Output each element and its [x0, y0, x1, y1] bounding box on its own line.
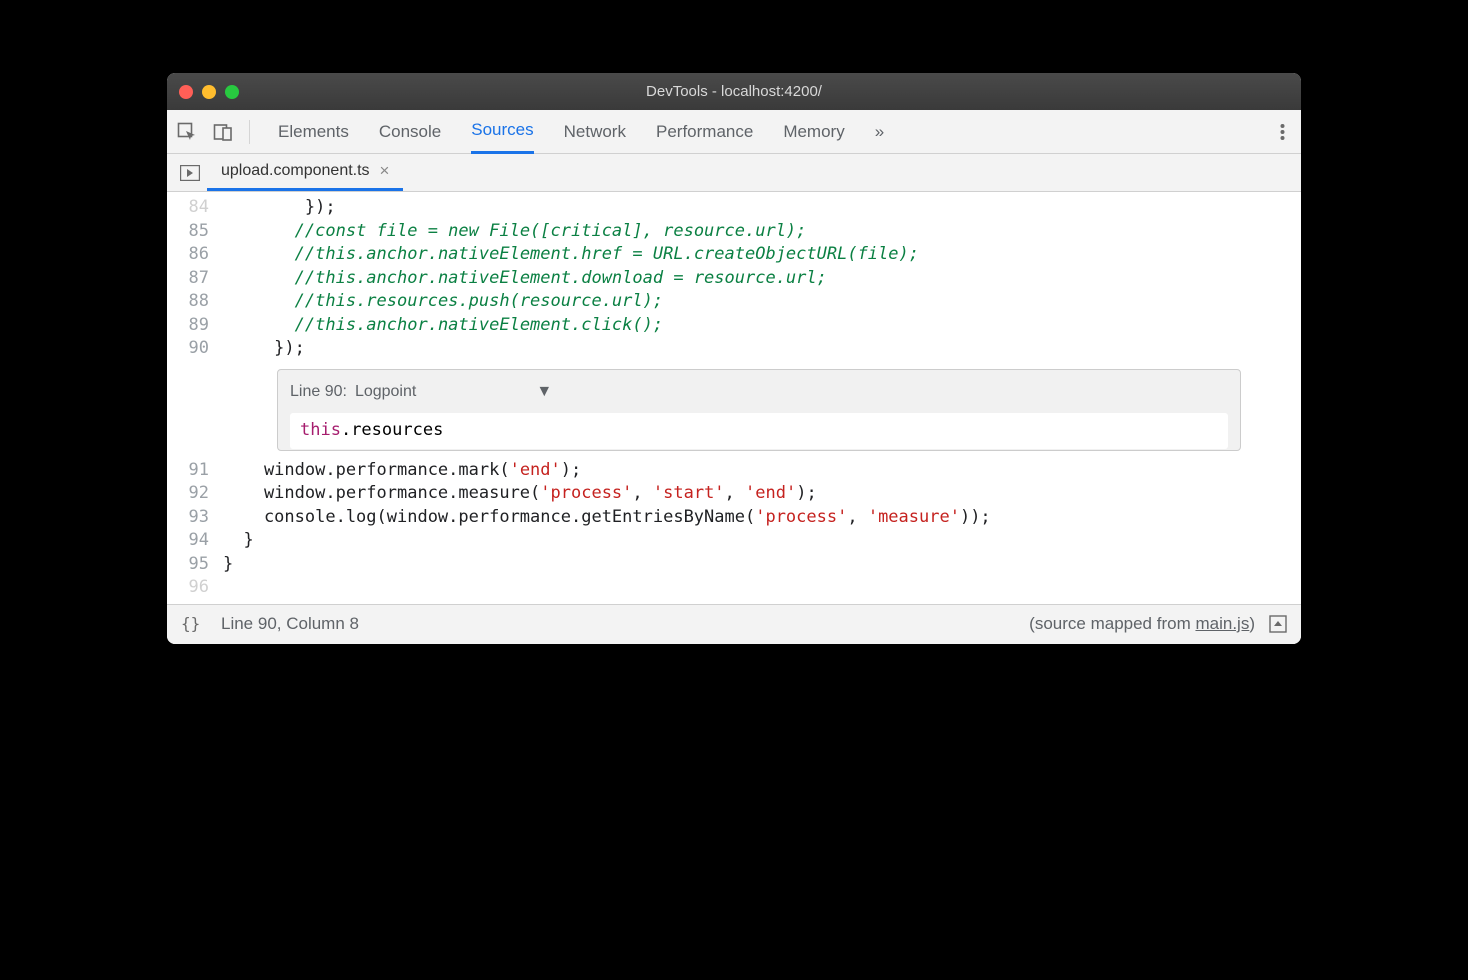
window-title: DevTools - localhost:4200/: [167, 83, 1301, 100]
breakpoint-type-select[interactable]: Logpoint ▼: [355, 380, 552, 404]
line-number[interactable]: 88: [167, 290, 209, 314]
device-toggle-icon[interactable]: [213, 122, 233, 142]
maximize-window-button[interactable]: [225, 85, 239, 99]
line-number[interactable]: 86: [167, 243, 209, 267]
toolbar-separator: [249, 120, 250, 144]
tab-elements[interactable]: Elements: [278, 110, 349, 154]
code-line[interactable]: //this.anchor.nativeElement.download = r…: [217, 267, 1301, 291]
chevron-down-icon: ▼: [536, 380, 552, 404]
breakpoint-type-value: Logpoint: [355, 380, 416, 404]
logpoint-panel: Line 90: Logpoint ▼ this.resources: [277, 369, 1241, 451]
tab-memory[interactable]: Memory: [783, 110, 844, 154]
toggle-drawer-icon[interactable]: [1269, 615, 1287, 633]
tabs-overflow[interactable]: »: [875, 110, 884, 154]
tab-network[interactable]: Network: [564, 110, 626, 154]
line-gutter[interactable]: 84858687888990 919293949596: [167, 192, 217, 604]
file-tab-bar: upload.component.ts ×: [167, 154, 1301, 192]
source-map-info: (source mapped from main.js): [1029, 614, 1255, 634]
inspect-icon[interactable]: [177, 122, 197, 142]
minimize-window-button[interactable]: [202, 85, 216, 99]
source-map-link[interactable]: main.js: [1195, 614, 1249, 633]
code-line[interactable]: console.log(window.performance.getEntrie…: [217, 506, 1301, 530]
code-area[interactable]: }); //const file = new File([critical], …: [217, 192, 1301, 604]
close-window-button[interactable]: [179, 85, 193, 99]
code-line[interactable]: }: [217, 529, 1301, 553]
logpoint-expression-input[interactable]: this.resources: [290, 413, 1228, 449]
line-number[interactable]: 94: [167, 529, 209, 553]
logpoint-line-label: Line 90:: [290, 380, 347, 404]
line-number[interactable]: 90: [167, 337, 209, 361]
code-line[interactable]: [217, 576, 1301, 600]
devtools-window: DevTools - localhost:4200/ Elements Cons…: [167, 73, 1301, 644]
tab-sources[interactable]: Sources: [471, 110, 533, 154]
code-line[interactable]: });: [217, 196, 1301, 220]
code-line[interactable]: window.performance.mark('end');: [217, 459, 1301, 483]
file-tab[interactable]: upload.component.ts ×: [207, 154, 403, 191]
cursor-position: Line 90, Column 8: [221, 614, 359, 634]
line-number[interactable]: 92: [167, 482, 209, 506]
tab-performance[interactable]: Performance: [656, 110, 753, 154]
svg-text:{}: {}: [181, 616, 200, 632]
settings-menu-icon[interactable]: [1280, 122, 1285, 142]
close-tab-icon[interactable]: ×: [380, 161, 390, 181]
line-number[interactable]: 89: [167, 314, 209, 338]
line-number[interactable]: 91: [167, 459, 209, 483]
navigator-toggle-icon[interactable]: [173, 154, 207, 191]
code-line[interactable]: //this.anchor.nativeElement.click();: [217, 314, 1301, 338]
line-number[interactable]: 95: [167, 553, 209, 577]
code-editor[interactable]: 84858687888990 919293949596 }); //const f…: [167, 192, 1301, 604]
line-number[interactable]: 84: [167, 196, 209, 220]
main-toolbar: Elements Console Sources Network Perform…: [167, 110, 1301, 154]
line-number[interactable]: 96: [167, 576, 209, 600]
code-line[interactable]: window.performance.measure('process', 's…: [217, 482, 1301, 506]
status-bar: {} Line 90, Column 8 (source mapped from…: [167, 604, 1301, 644]
code-line[interactable]: }: [217, 553, 1301, 577]
line-number[interactable]: 93: [167, 506, 209, 530]
window-titlebar: DevTools - localhost:4200/: [167, 73, 1301, 110]
file-tab-label: upload.component.ts: [221, 162, 370, 180]
code-line[interactable]: //this.anchor.nativeElement.href = URL.c…: [217, 243, 1301, 267]
pretty-print-icon[interactable]: {}: [181, 616, 203, 632]
line-number[interactable]: 85: [167, 220, 209, 244]
tab-console[interactable]: Console: [379, 110, 441, 154]
traffic-lights: [179, 85, 239, 99]
line-number[interactable]: 87: [167, 267, 209, 291]
code-line[interactable]: });: [217, 337, 1301, 361]
code-line[interactable]: //this.resources.push(resource.url);: [217, 290, 1301, 314]
code-line[interactable]: //const file = new File([critical], reso…: [217, 220, 1301, 244]
panel-tabs: Elements Console Sources Network Perform…: [266, 110, 1264, 154]
